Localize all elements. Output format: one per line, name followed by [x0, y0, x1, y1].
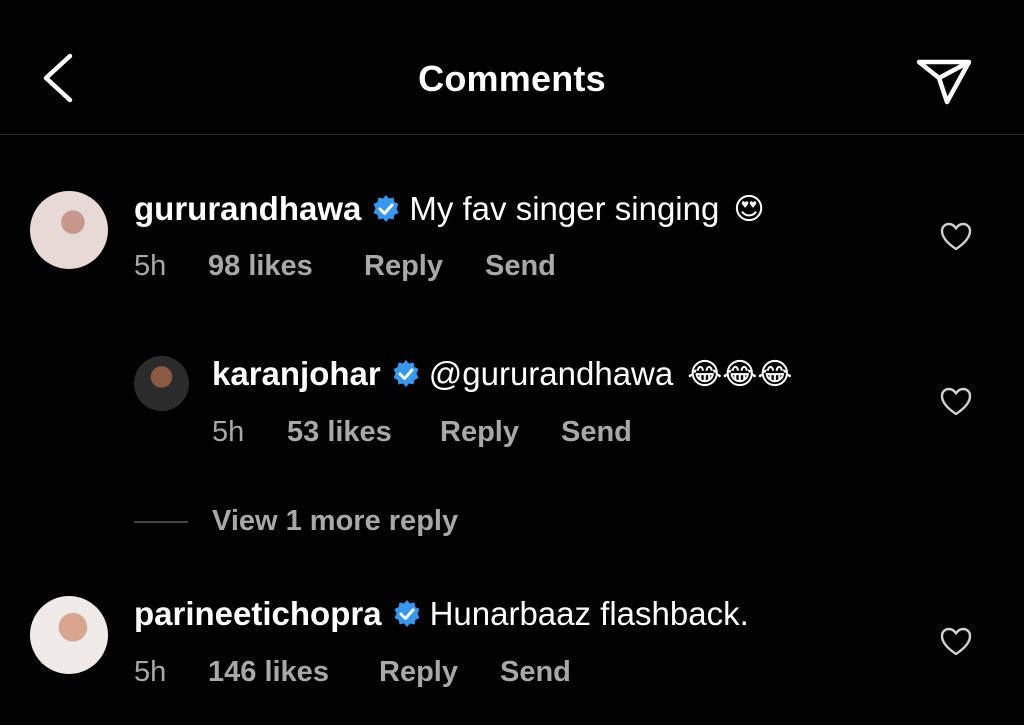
reply-button[interactable]: Reply: [379, 656, 500, 689]
like-heart-icon[interactable]: [940, 222, 972, 252]
likes-count[interactable]: 146 likes: [208, 656, 379, 689]
reply-button[interactable]: Reply: [364, 250, 485, 283]
comment-meta: 5h 146 likes Reply Send: [134, 656, 571, 689]
view-more-replies-button[interactable]: View 1 more reply: [134, 505, 458, 538]
avatar-parineetichopra[interactable]: [30, 596, 108, 674]
timestamp: 5h: [212, 416, 245, 448]
reply-button[interactable]: Reply: [440, 416, 561, 449]
avatar-gururandhawa[interactable]: [30, 191, 108, 269]
comment-line: parineetichopra Hunarbaaz flashback.: [134, 595, 749, 633]
send-button[interactable]: Send: [561, 416, 632, 449]
reply-thread-line: [134, 520, 188, 523]
verified-badge-icon: [394, 600, 420, 627]
username[interactable]: parineetichopra: [134, 595, 382, 633]
username[interactable]: karanjohar: [212, 355, 381, 393]
avatar-karanjohar[interactable]: [134, 356, 189, 411]
timestamp: 5h: [134, 250, 167, 282]
comment-meta: 5h 98 likes Reply Send: [134, 250, 556, 283]
mention-link[interactable]: @gururandhawa: [429, 355, 674, 393]
page-title: Comments: [418, 58, 606, 99]
comment-text: My fav singer singing: [409, 190, 720, 227]
share-icon[interactable]: [913, 52, 975, 108]
username[interactable]: gururandhawa: [134, 190, 361, 228]
view-more-replies-label: View 1 more reply: [212, 505, 459, 537]
emoji-heart-eyes: 😍: [733, 192, 765, 226]
comment-line: gururandhawa My fav singer singing 😍: [134, 190, 765, 228]
timestamp: 5h: [134, 656, 167, 688]
like-heart-icon[interactable]: [940, 387, 972, 417]
likes-count[interactable]: 53 likes: [287, 416, 440, 449]
comment-line: karanjohar @gururandhawa 😂😂😂: [212, 355, 792, 393]
likes-count[interactable]: 98 likes: [208, 250, 364, 283]
emoji-tears-of-joy: 😂😂😂: [687, 357, 793, 391]
send-button[interactable]: Send: [500, 656, 571, 689]
verified-badge-icon: [373, 195, 399, 222]
header-bar: Comments: [0, 0, 1024, 135]
comment-meta: 5h 53 likes Reply Send: [212, 416, 632, 449]
verified-badge-icon: [393, 360, 419, 387]
like-heart-icon[interactable]: [940, 627, 972, 657]
send-button[interactable]: Send: [485, 250, 556, 283]
comment-text: Hunarbaaz flashback.: [429, 595, 749, 632]
